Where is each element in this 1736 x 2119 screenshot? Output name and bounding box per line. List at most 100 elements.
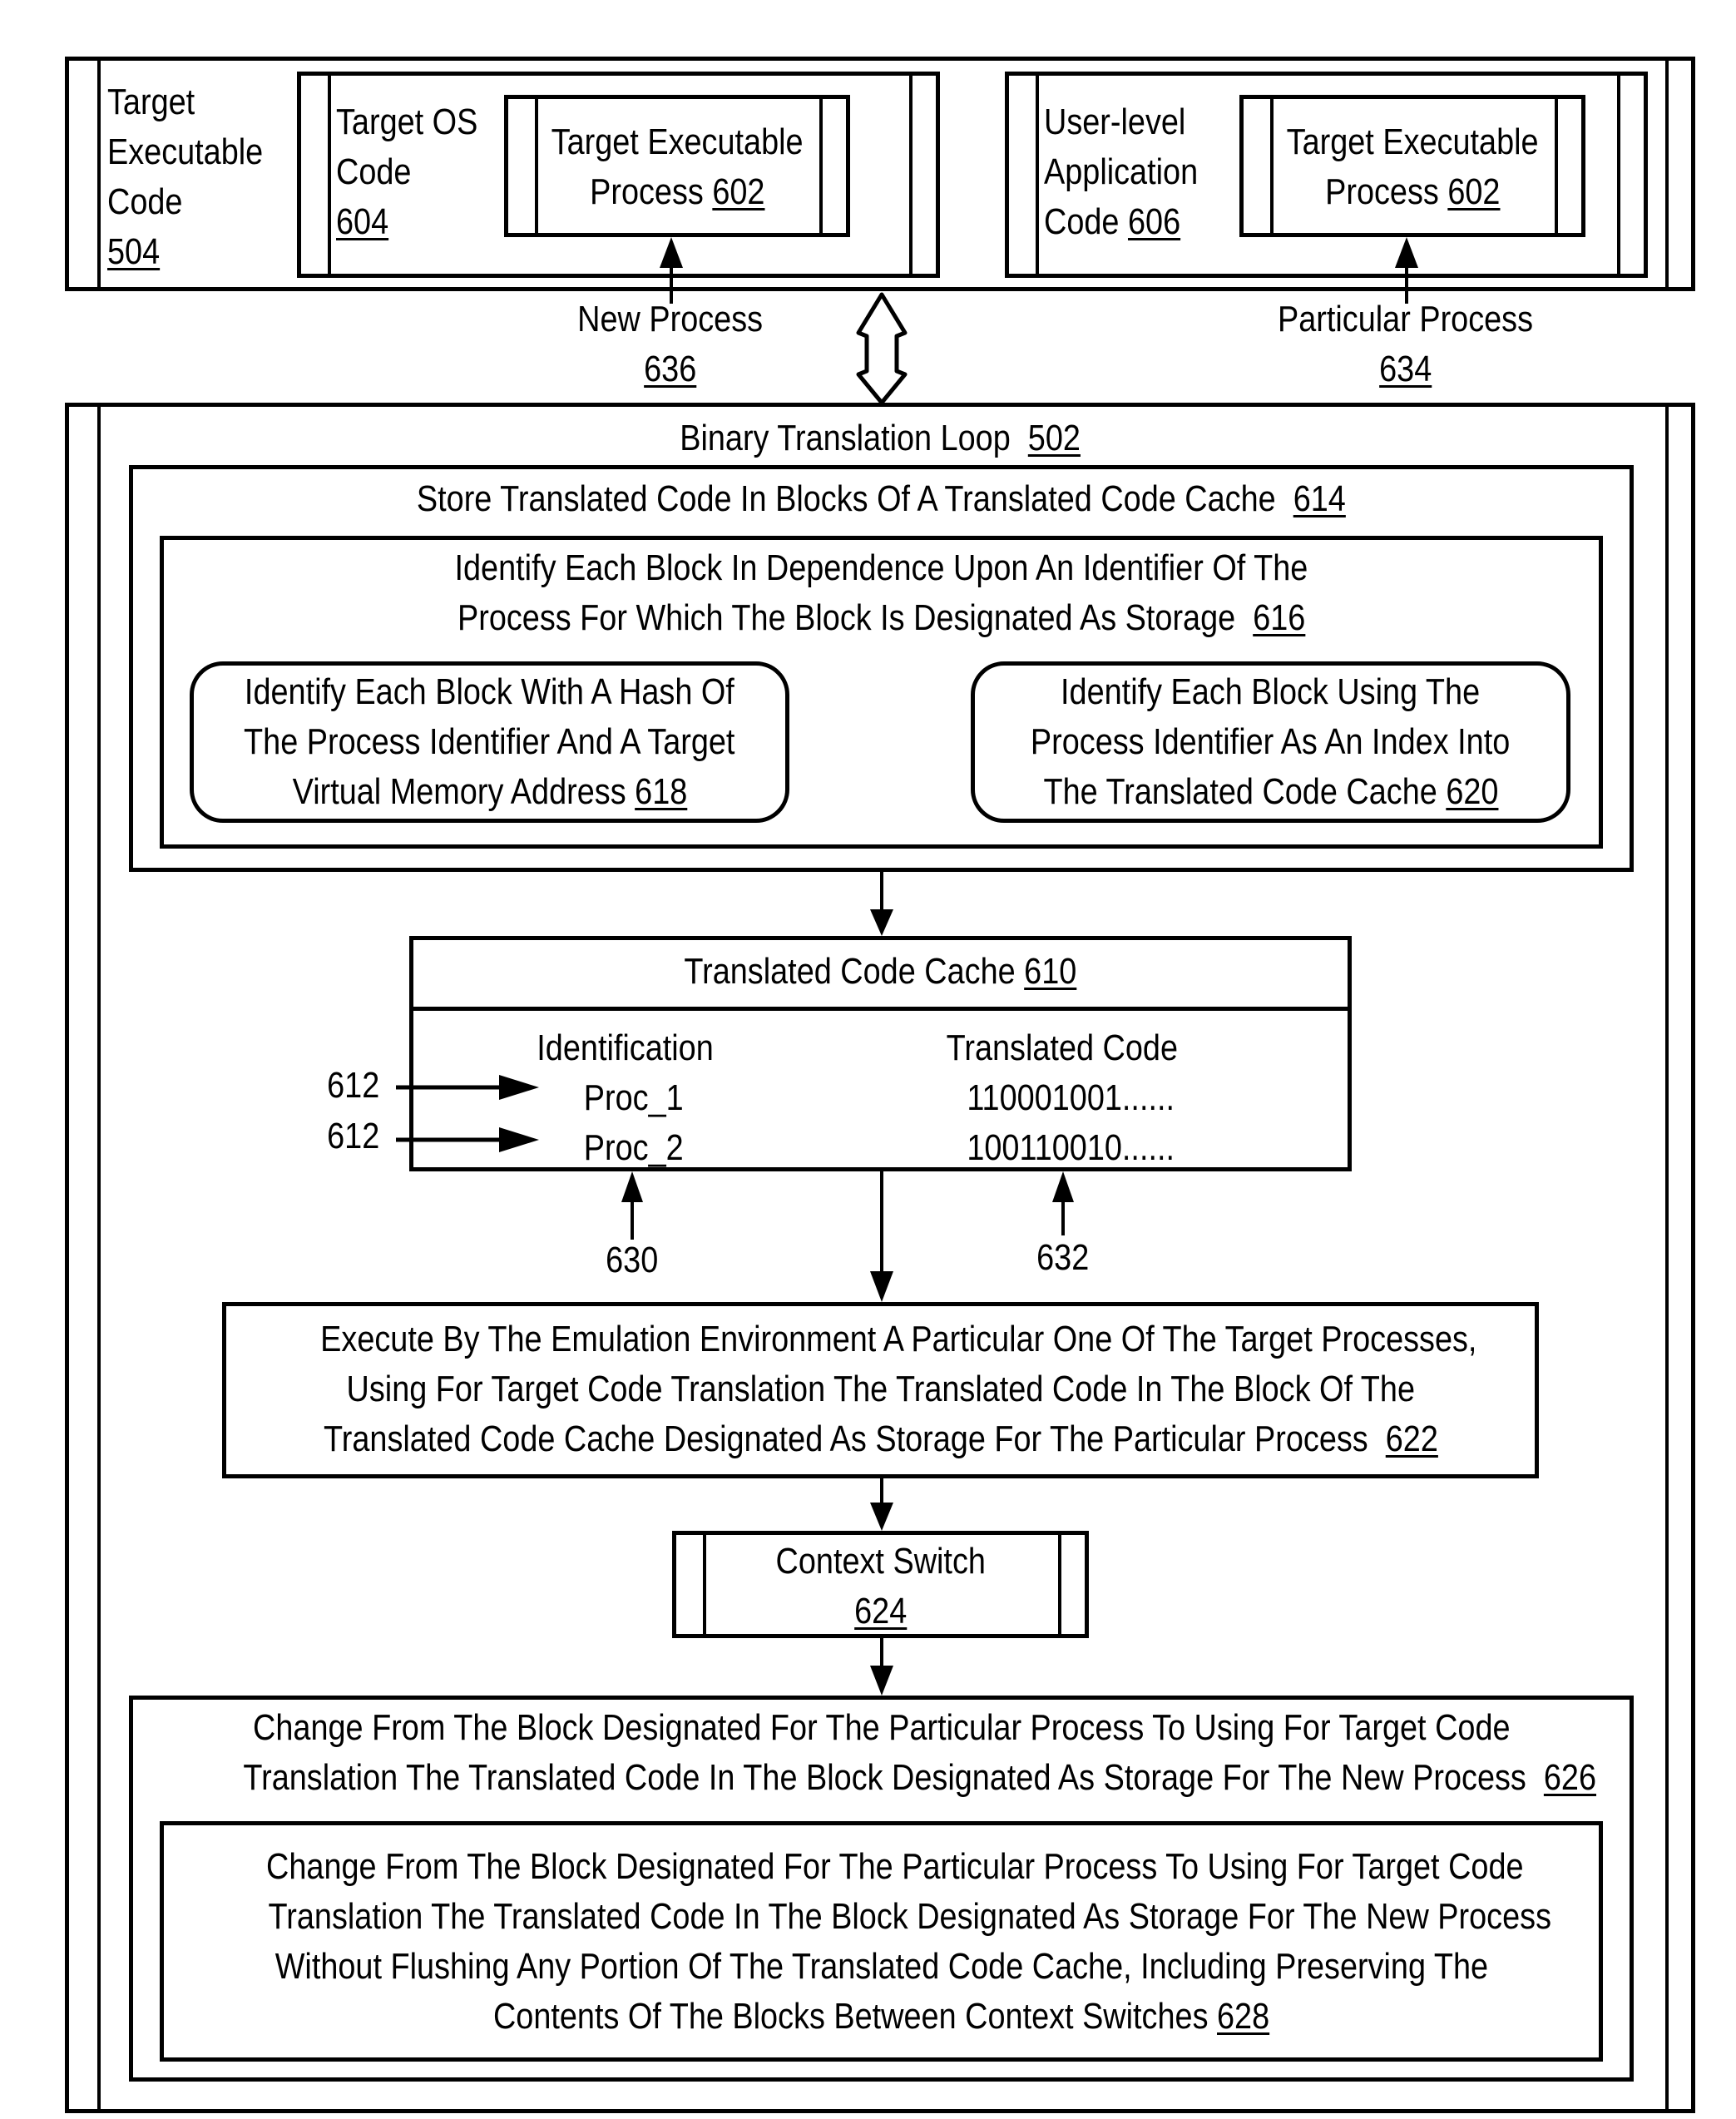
cell-text: 110001001...... bbox=[967, 1077, 1175, 1118]
execute-process-box: Execute By The Emulation Environment A P… bbox=[222, 1302, 1539, 1478]
cell-text: 100110010...... bbox=[967, 1127, 1175, 1168]
table-row-code: 100110010...... bbox=[929, 1123, 1212, 1173]
identify-by-process-label: Identify Each Block In Dependence Upon A… bbox=[164, 543, 1599, 643]
new-process-label: New Process 636 bbox=[504, 295, 837, 394]
label-line: Code bbox=[336, 151, 412, 192]
id-ref-630: 630 bbox=[595, 1235, 670, 1285]
translated-code-cache-title: Translated Code Cache 610 bbox=[413, 947, 1348, 997]
particular-process-label: Particular Process 634 bbox=[1198, 295, 1614, 394]
label-line: Execute By The Emulation Environment A P… bbox=[320, 1319, 1477, 1359]
ref-number: 612 bbox=[327, 1065, 380, 1106]
ref-number: 630 bbox=[606, 1240, 659, 1280]
label-line: Target bbox=[107, 82, 195, 122]
box-stripe bbox=[97, 61, 101, 287]
target-executable-process-label: Target Executable Process 602 bbox=[508, 117, 846, 217]
ref-number: 602 bbox=[1447, 171, 1501, 212]
column-header-identification: Identification bbox=[522, 1023, 730, 1073]
identify-index-label: Identify Each Block Using The Process Id… bbox=[975, 667, 1566, 817]
change-without-flush-label: Change From The Block Designated For The… bbox=[164, 1842, 1599, 2042]
label-line: Code bbox=[107, 181, 183, 222]
label-line: Change From The Block Designated For The… bbox=[252, 1707, 1511, 1748]
table-row-code: 110001001...... bbox=[929, 1073, 1212, 1123]
table-row-id: Proc_1 bbox=[530, 1073, 738, 1123]
cache-divider bbox=[413, 1007, 1348, 1011]
change-without-flush-box: Change From The Block Designated For The… bbox=[160, 1821, 1603, 2062]
title-text: Translated Code Cache bbox=[684, 951, 1016, 992]
ref-number: 602 bbox=[712, 171, 765, 212]
label-line: Translated Code Cache Designated As Stor… bbox=[323, 1418, 1368, 1459]
ref-number: 502 bbox=[1027, 418, 1081, 458]
box-stripe bbox=[1036, 76, 1039, 274]
label-line: Application bbox=[1044, 151, 1199, 192]
label-line: Target OS bbox=[336, 101, 478, 142]
identify-index-box: Identify Each Block Using The Process Id… bbox=[971, 661, 1570, 823]
ref-number: 622 bbox=[1385, 1418, 1438, 1459]
box-stripe bbox=[1665, 61, 1669, 287]
label-line: Virtual Memory Address bbox=[292, 771, 626, 812]
translated-code-cache-box: Translated Code Cache 610 Identification… bbox=[409, 936, 1352, 1171]
box-stripe bbox=[328, 76, 331, 274]
target-executable-process-box-app: Target Executable Process 602 bbox=[1239, 95, 1585, 237]
table-row-id: Proc_2 bbox=[530, 1123, 738, 1173]
target-executable-process-box-os: Target Executable Process 602 bbox=[504, 95, 850, 237]
label-text: Context Switch bbox=[775, 1541, 986, 1582]
target-executable-code-label: Target Executable Code 504 bbox=[107, 77, 263, 277]
ref-number: 504 bbox=[107, 231, 161, 272]
title-text: Binary Translation Loop bbox=[680, 418, 1011, 458]
label-line: Process bbox=[1324, 171, 1439, 212]
target-os-code-label: Target OS Code 604 bbox=[336, 97, 477, 247]
cell-text: Proc_2 bbox=[584, 1127, 684, 1168]
ref-number: 604 bbox=[336, 201, 389, 242]
context-switch-label: Context Switch 624 bbox=[676, 1537, 1085, 1636]
ref-number: 620 bbox=[1445, 771, 1498, 812]
target-executable-process-label: Target Executable Process 602 bbox=[1244, 117, 1581, 217]
ref-number: 624 bbox=[853, 1591, 908, 1631]
binary-translation-loop-title: Binary Translation Loop 502 bbox=[69, 413, 1691, 463]
box-stripe bbox=[1617, 76, 1620, 274]
ref-number: 618 bbox=[634, 771, 687, 812]
pointer-ref-612-row1: 612 bbox=[316, 1061, 391, 1111]
ref-number: 628 bbox=[1216, 1996, 1270, 2037]
label-line: Identify Each Block In Dependence Upon A… bbox=[454, 547, 1308, 588]
label-text: Store Translated Code In Blocks Of A Tra… bbox=[417, 478, 1276, 519]
execute-process-label: Execute By The Emulation Environment A P… bbox=[226, 1314, 1535, 1464]
label-text: Particular Process bbox=[1278, 299, 1534, 339]
label-line: Process Identifier As An Index Into bbox=[1031, 721, 1511, 762]
label-line: Translation The Translated Code In The B… bbox=[268, 1896, 1551, 1937]
label-text: New Process bbox=[577, 299, 764, 339]
ref-number: 612 bbox=[327, 1116, 380, 1156]
bidirectional-arrow bbox=[856, 292, 908, 405]
label-line: Translation The Translated Code In The B… bbox=[243, 1757, 1526, 1798]
label-line: Contents Of The Blocks Between Context S… bbox=[492, 1996, 1209, 2037]
label-line: The Process Identifier And A Target bbox=[244, 721, 735, 762]
label-line: Target Executable bbox=[551, 121, 804, 162]
store-translated-code-label: Store Translated Code In Blocks Of A Tra… bbox=[133, 474, 1630, 524]
label-line: The Translated Code Cache bbox=[1043, 771, 1437, 812]
ref-number: 626 bbox=[1543, 1757, 1597, 1798]
context-switch-box: Context Switch 624 bbox=[672, 1531, 1089, 1638]
label-line: Change From The Block Designated For The… bbox=[266, 1846, 1524, 1887]
ref-number: 606 bbox=[1127, 201, 1181, 242]
ref-number: 636 bbox=[644, 349, 697, 389]
user-level-application-code-label: User-level Application Code 606 bbox=[1044, 97, 1198, 247]
box-stripe bbox=[909, 76, 913, 274]
header-text: Identification bbox=[537, 1027, 715, 1068]
box-stripe bbox=[97, 407, 101, 2109]
cell-text: Proc_1 bbox=[584, 1077, 684, 1118]
label-line: Process For Which The Block Is Designate… bbox=[457, 597, 1236, 638]
label-line: User-level bbox=[1044, 101, 1186, 142]
change-block-label: Change From The Block Designated For The… bbox=[133, 1703, 1630, 1803]
label-line: Target Executable bbox=[1286, 121, 1539, 162]
ref-number: 614 bbox=[1293, 478, 1346, 519]
box-stripe bbox=[1665, 407, 1669, 2109]
column-header-translated-code: Translated Code bbox=[921, 1023, 1204, 1073]
label-line: Using For Target Code Translation The Tr… bbox=[346, 1369, 1415, 1409]
pointer-ref-612-row2: 612 bbox=[316, 1111, 391, 1161]
label-line: Code bbox=[1044, 201, 1120, 242]
identify-hash-box: Identify Each Block With A Hash Of The P… bbox=[190, 661, 789, 823]
ref-number: 610 bbox=[1024, 951, 1077, 992]
label-line: Process bbox=[589, 171, 704, 212]
code-ref-632: 632 bbox=[1026, 1233, 1100, 1283]
header-text: Translated Code bbox=[946, 1027, 1179, 1068]
label-line: Identify Each Block With A Hash Of bbox=[245, 671, 734, 712]
